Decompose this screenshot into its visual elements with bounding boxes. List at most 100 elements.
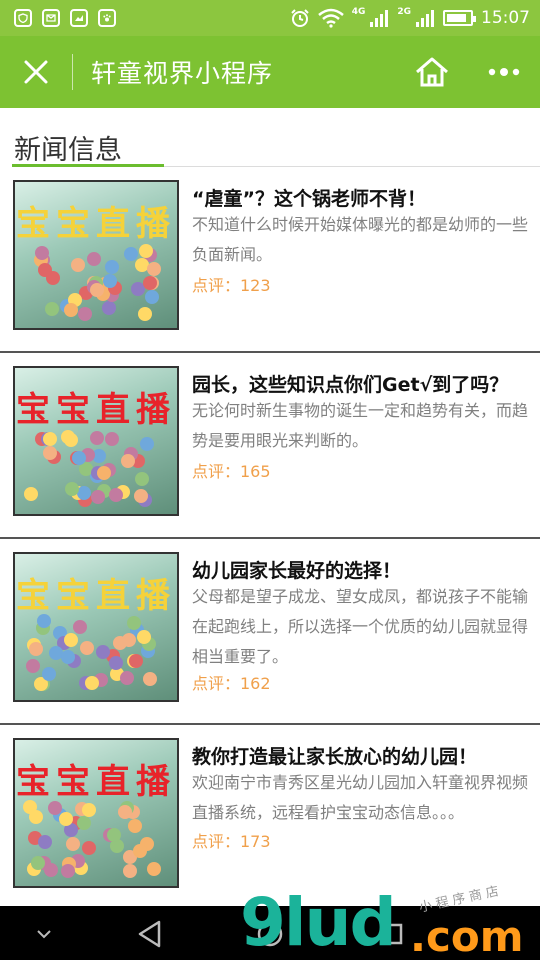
photo-child <box>140 437 154 451</box>
photo-child <box>147 862 161 876</box>
photo-child <box>143 672 157 686</box>
photo-child <box>43 446 57 460</box>
photo-child <box>38 263 52 277</box>
news-divider <box>0 723 540 725</box>
photo-child <box>43 432 57 446</box>
thumbnail-photo <box>23 800 169 880</box>
thumbnail-photo <box>23 614 169 694</box>
photo-child <box>31 856 45 870</box>
back-icon <box>138 920 161 948</box>
thumbnail-photo <box>23 428 169 508</box>
photo-child <box>24 487 38 501</box>
photo-child <box>48 801 62 815</box>
status-bar: 4G 2G 15:07 <box>0 0 540 36</box>
photo-child <box>97 466 111 480</box>
news-divider <box>0 537 540 539</box>
photo-child <box>44 863 58 877</box>
close-icon <box>24 60 48 84</box>
news-item[interactable]: 宝宝直播 幼儿园家长最好的选择！ 父母都是望子成龙、望女成凤，都说孩子不能输在起… <box>0 542 540 728</box>
photo-child <box>105 260 119 274</box>
photo-child <box>134 489 148 503</box>
section-underline <box>12 164 164 167</box>
news-description: 无论何时新生事物的诞生一定和趋势有关，而趋势是要用眼光来判断的。 <box>192 401 529 450</box>
photo-child <box>85 676 99 690</box>
close-button[interactable] <box>0 36 72 108</box>
photo-child <box>133 844 147 858</box>
photo-child <box>61 650 75 664</box>
photo-child <box>35 246 49 260</box>
news-thumbnail[interactable]: 宝宝直播 <box>13 738 179 888</box>
photo-child <box>61 864 75 878</box>
news-comment-count: 点评：173 <box>192 832 271 851</box>
photo-child <box>29 642 43 656</box>
photo-child <box>66 837 80 851</box>
news-description: 父母都是望子成龙、望女成凤，都说孩子不能输在起跑线上，所以选择一个优质的幼儿园就… <box>192 587 529 666</box>
back-button[interactable] <box>130 914 170 954</box>
photo-child <box>137 630 151 644</box>
photo-child <box>145 290 159 304</box>
news-title[interactable]: 园长，这些知识点你们Get√到了吗？ <box>192 370 508 397</box>
photo-child <box>45 302 59 316</box>
photo-child <box>105 432 119 446</box>
collapse-button[interactable] <box>24 914 64 954</box>
photo-child <box>109 488 123 502</box>
photo-child <box>91 490 105 504</box>
news-thumbnail[interactable]: 宝宝直播 <box>13 552 179 702</box>
news-title[interactable]: 教你打造最让家长放心的幼儿园！ <box>192 742 477 769</box>
watermark-domain: .com <box>410 912 524 961</box>
photo-child <box>121 454 135 468</box>
news-thumbnail[interactable]: 宝宝直播 <box>13 180 179 330</box>
photo-child <box>120 671 134 685</box>
photo-child <box>113 636 127 650</box>
title-bar: 轩童视界小程序 <box>0 36 540 108</box>
news-title[interactable]: 幼儿园家长最好的选择！ <box>192 556 401 583</box>
photo-child <box>71 258 85 272</box>
photo-child <box>124 247 138 261</box>
photo-child <box>64 433 78 447</box>
thumbnail-caption: 宝宝直播 <box>16 390 176 430</box>
photo-child <box>90 431 104 445</box>
watermark-logo: 9lud .com 小程序商店 <box>240 883 540 961</box>
thumbnail-photo <box>23 242 169 322</box>
title-divider <box>72 54 73 90</box>
photo-child <box>82 841 96 855</box>
photo-child <box>87 252 101 266</box>
home-button[interactable] <box>408 52 456 92</box>
photo-child <box>96 645 110 659</box>
photo-child <box>147 262 161 276</box>
battery-icon <box>443 10 476 26</box>
photo-child <box>78 307 92 321</box>
photo-child <box>26 659 40 673</box>
news-thumbnail[interactable]: 宝宝直播 <box>13 366 179 516</box>
photo-child <box>38 835 52 849</box>
news-item[interactable]: 宝宝直播 园长，这些知识点你们Get√到了吗？ 无论何时新生事物的诞生一定和趋势… <box>0 356 540 542</box>
gallery-icon <box>70 9 88 27</box>
network-type-label: 4G <box>351 7 366 17</box>
photo-child <box>29 810 43 824</box>
photo-child <box>109 656 123 670</box>
photo-child <box>128 819 142 833</box>
more-button[interactable] <box>480 52 528 92</box>
thumbnail-caption: 宝宝直播 <box>16 576 176 616</box>
chevron-down-icon <box>37 930 51 939</box>
thumbnail-caption: 宝宝直播 <box>16 204 176 244</box>
photo-child <box>127 616 141 630</box>
news-title[interactable]: “虐童”？这个锅老师不背！ <box>192 184 426 211</box>
mail-icon <box>42 9 60 27</box>
photo-child <box>90 283 104 297</box>
photo-child <box>135 472 149 486</box>
shield-icon <box>14 9 32 27</box>
photo-child <box>82 803 96 817</box>
more-icon <box>488 68 520 76</box>
wifi-icon <box>317 8 344 28</box>
alarm-icon <box>290 8 310 28</box>
photo-child <box>73 620 87 634</box>
photo-child <box>77 816 91 830</box>
news-item[interactable]: 宝宝直播 “虐童”？这个锅老师不背！ 不知道什么时候开始媒体曝光的都是幼师的一些… <box>0 170 540 356</box>
home-icon <box>416 57 448 87</box>
signal-icon <box>415 8 435 28</box>
photo-child <box>64 303 78 317</box>
photo-child <box>64 633 78 647</box>
photo-child <box>59 812 73 826</box>
photo-child <box>143 276 157 290</box>
